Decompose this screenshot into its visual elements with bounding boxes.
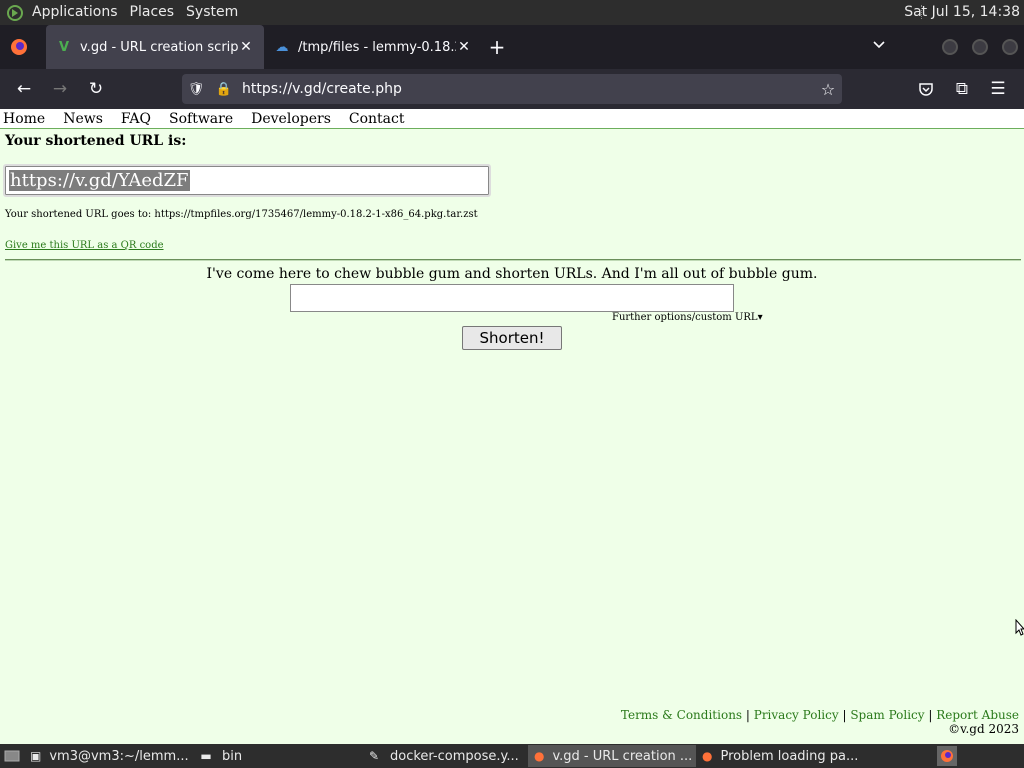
result-heading: Your shortened URL is: [5,133,187,149]
forward-arrow-icon[interactable]: → [42,69,78,109]
taskbar-label: v.gd - URL creation ... [552,748,693,764]
nav-link-software[interactable]: Software [169,111,233,127]
taskbar-item-vgd[interactable]: ● v.gd - URL creation ... [528,745,696,767]
spam-policy-link[interactable]: Spam Policy [850,708,924,722]
nav-link-home[interactable]: Home [3,111,45,127]
nav-link-developers[interactable]: Developers [251,111,331,127]
pocket-icon[interactable] [908,69,944,109]
close-tab-icon[interactable]: ✕ [238,39,254,55]
tray-firefox-icon[interactable] [937,746,957,766]
hamburger-menu-icon[interactable]: ☰ [980,69,1016,109]
qr-code-link[interactable]: Give me this URL as a QR code [5,240,164,251]
close-tab-icon[interactable]: ✕ [456,39,472,55]
text-editor-icon: ✎ [368,749,380,763]
shield-icon[interactable]: 🛡 [182,82,210,97]
url-bar[interactable]: 🛡 🔒 https://v.gd/create.php ☆ [182,74,842,104]
tab-tmpfiles[interactable]: ☁ /tmp/files - lemmy-0.18.2-1- ✕ [264,25,482,69]
show-desktop-icon[interactable] [0,745,24,767]
short-url-field[interactable]: https://v.gd/YAedZF [3,164,491,197]
page-content: Home News FAQ Software Developers Contac… [0,109,1024,744]
destination-text: Your shortened URL goes to: https://tmpf… [5,209,478,220]
taskbar-item-terminal[interactable]: ▣ vm3@vm3:~/lemm... [24,745,192,767]
site-nav: Home News FAQ Software Developers Contac… [0,109,1024,129]
toolbar-right: ⧉ ☰ [908,69,1016,109]
vgd-favicon-icon: V [58,39,70,55]
firefox-icon: ● [702,749,713,763]
places-menu[interactable]: Places [124,0,181,25]
divider [5,259,1021,261]
terms-link[interactable]: Terms & Conditions [621,708,742,722]
taskbar-item-editor[interactable]: ✎ docker-compose.y... [360,745,528,767]
taskbar: ▣ vm3@vm3:~/lemm... ▬ bin ✎ docker-compo… [0,744,1024,768]
report-abuse-link[interactable]: Report Abuse [936,708,1019,722]
applications-menu[interactable]: Applications [26,0,124,25]
taskbar-label: vm3@vm3:~/lemm... [49,748,189,764]
mouse-cursor-icon [1015,619,1024,636]
minimize-window-button[interactable] [942,39,958,55]
tab-strip: V v.gd - URL creation script ✕ ☁ /tmp/fi… [0,25,1024,69]
taskbar-label: Problem loading pa... [720,748,859,764]
close-window-button[interactable] [1002,39,1018,55]
copyright: ©v.gd 2023 [948,722,1019,736]
taskbar-label: bin [222,748,243,764]
lock-icon[interactable]: 🔒 [210,82,238,97]
further-options-link[interactable]: Further options/custom URL▾ [612,312,763,323]
taskbar-label: docker-compose.y... [390,748,519,764]
reload-icon[interactable]: ↻ [78,69,114,109]
long-url-input[interactable] [290,284,734,312]
url-text[interactable]: https://v.gd/create.php [238,81,814,97]
folder-icon: ▬ [200,749,212,763]
footer: Terms & Conditions | Privacy Policy | Sp… [620,708,1019,736]
nav-bar: ← → ↻ 🛡 🔒 https://v.gd/create.php ☆ ⧉ ☰ [0,69,1024,109]
distro-logo-icon[interactable] [4,2,26,24]
tab-vgd[interactable]: V v.gd - URL creation script ✕ [46,25,264,69]
taskbar-item-bin[interactable]: ▬ bin [192,745,360,767]
shorten-button[interactable]: Shorten! [462,326,562,350]
taskbar-item-problem[interactable]: ● Problem loading pa... [696,745,864,767]
tagline: I've come here to chew bubble gum and sh… [206,266,818,282]
top-panel: Applications Places System Sat Jul 15, 1… [0,0,1024,25]
system-menu[interactable]: System [180,0,244,25]
back-arrow-icon[interactable]: ← [6,69,42,109]
nav-link-contact[interactable]: Contact [349,111,405,127]
nav-link-faq[interactable]: FAQ [121,111,151,127]
terminal-icon: ▣ [30,749,42,763]
nav-link-news[interactable]: News [63,111,103,127]
list-all-tabs-chevron-icon[interactable] [868,37,890,57]
tab-title: /tmp/files - lemmy-0.18.2-1- [298,39,456,55]
firefox-menu-icon[interactable] [0,25,38,69]
maximize-window-button[interactable] [972,39,988,55]
bookmark-star-icon[interactable]: ☆ [814,80,842,99]
privacy-link[interactable]: Privacy Policy [754,708,839,722]
firefox-icon: ● [534,749,545,763]
new-tab-button[interactable]: + [482,35,512,59]
clock[interactable]: Sat Jul 15, 14:38 [904,0,1020,25]
cloud-favicon-icon: ☁ [275,39,289,55]
tab-title: v.gd - URL creation script [80,39,238,55]
short-url-selected-text[interactable]: https://v.gd/YAedZF [9,170,190,191]
extensions-puzzle-icon[interactable]: ⧉ [944,69,980,109]
